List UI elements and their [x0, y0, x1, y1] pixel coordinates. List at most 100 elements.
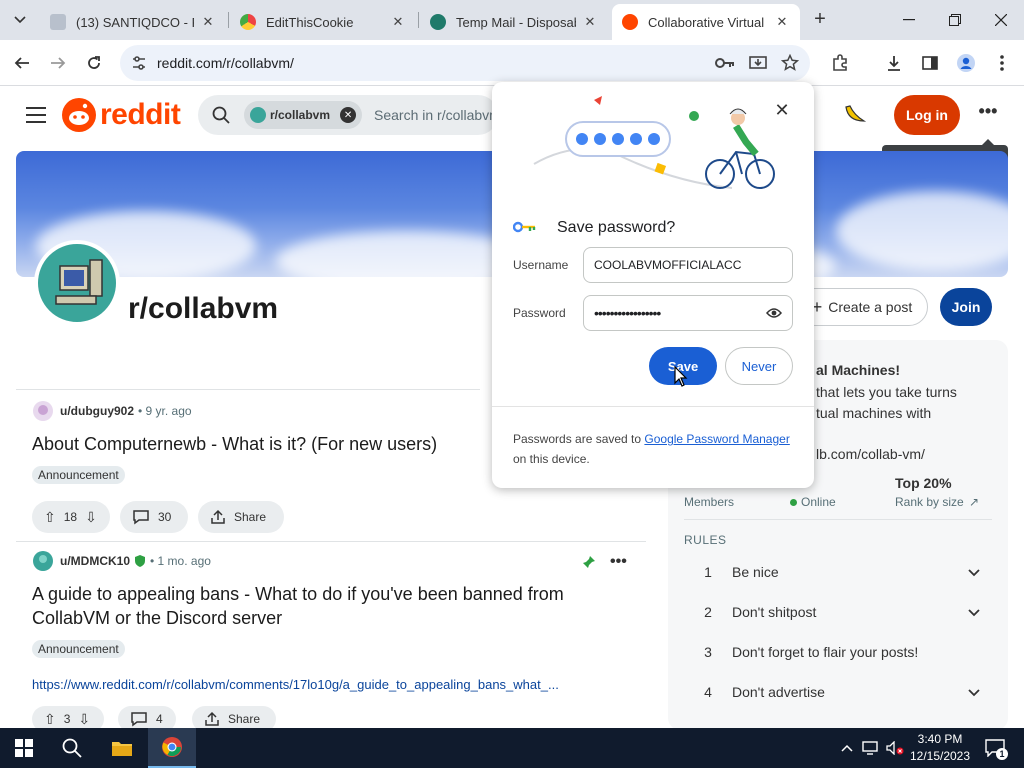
post-meta: u/dubguy902 • 9 yr. ago	[32, 400, 192, 422]
username-label: Username	[513, 258, 569, 272]
show-hidden-icons[interactable]	[838, 728, 856, 768]
volume-muted-icon[interactable]	[884, 728, 906, 768]
comments-button[interactable]: 30	[120, 501, 188, 533]
chevron-down-icon	[968, 564, 984, 580]
tab-close-icon[interactable]: ✕	[774, 14, 790, 30]
new-tab-button[interactable]: +	[808, 8, 832, 32]
extensions-icon[interactable]	[826, 49, 854, 77]
sidebar-link[interactable]: lb.com/collab-vm/	[816, 446, 925, 462]
post-link[interactable]: https://www.reddit.com/r/collabvm/commen…	[32, 677, 618, 692]
reddit-logo[interactable]: reddit	[62, 97, 181, 133]
reddit-wordmark: reddit	[100, 98, 181, 131]
settings-menu-icon[interactable]: •••	[974, 101, 1002, 129]
user-avatar-icon[interactable]	[32, 400, 54, 422]
search-icon	[62, 738, 82, 758]
post-time: • 9 yr. ago	[138, 404, 192, 418]
notification-center-button[interactable]: 1	[980, 728, 1010, 768]
username-field[interactable]: COOLABVMOFFICIALACC	[583, 247, 793, 283]
tab-close-icon[interactable]: ✕	[200, 14, 216, 30]
dialog-close-icon[interactable]: ✕	[770, 100, 794, 124]
pin-icon	[582, 555, 596, 574]
upvote-icon[interactable]: ⇧	[44, 509, 56, 526]
rule-item-4[interactable]: 4 Don't advertise	[684, 672, 984, 712]
feed-divider	[16, 389, 480, 390]
tab-search-icon[interactable]	[8, 8, 32, 32]
password-value: •••••••••••••••••	[594, 305, 661, 321]
create-post-button[interactable]: + Create a post	[796, 288, 928, 326]
chrome-icon	[162, 737, 182, 757]
post-author[interactable]: u/MDMCK10	[60, 554, 130, 568]
notification-count-badge: 1	[996, 748, 1008, 760]
comment-icon	[131, 712, 147, 727]
back-icon[interactable]	[8, 49, 36, 77]
close-window-icon[interactable]	[978, 0, 1024, 40]
online-label: Online	[801, 495, 836, 509]
system-clock[interactable]: 3:40 PM 12/15/2023	[908, 731, 972, 765]
post-title[interactable]: About Computernewb - What is it? (For ne…	[32, 432, 437, 456]
restore-icon[interactable]	[932, 0, 978, 40]
side-panel-icon[interactable]	[916, 49, 944, 77]
forward-icon[interactable]	[44, 49, 72, 77]
install-app-icon[interactable]	[748, 53, 768, 73]
online-stat: Online	[790, 495, 836, 509]
password-key-icon[interactable]	[715, 53, 735, 73]
vote-bar: ⇧ 18 ⇩	[32, 501, 110, 533]
url-text: reddit.com/r/collabvm/	[157, 55, 294, 71]
search-bar[interactable]: r/collabvm ✕ Search in r/collabvm	[198, 95, 498, 135]
upvote-icon[interactable]: ⇧	[44, 711, 56, 728]
downvote-icon[interactable]: ⇩	[78, 711, 90, 728]
site-info-icon[interactable]	[130, 54, 148, 72]
rule-item-1[interactable]: 1 Be nice	[684, 552, 984, 592]
search-scope-chip[interactable]: r/collabvm ✕	[244, 101, 363, 129]
never-button[interactable]: Never	[725, 347, 793, 385]
post-flair[interactable]: Announcement	[32, 466, 125, 484]
computer-icon	[55, 259, 103, 305]
reload-icon[interactable]	[80, 49, 108, 77]
bookmark-star-icon[interactable]	[780, 53, 800, 73]
file-explorer-button[interactable]	[98, 728, 146, 768]
rule-item-2[interactable]: 2 Don't shitpost	[684, 592, 984, 632]
post-title-line2[interactable]: CollabVM or the Discord server	[32, 606, 282, 630]
folder-icon	[112, 742, 132, 756]
tab-santiqdco[interactable]: (13) SANTIQDCO - Rob ✕	[40, 4, 226, 40]
chrome-taskbar-button[interactable]	[148, 728, 196, 768]
tab-label: Collaborative Virtual M	[648, 14, 768, 30]
clear-chip-icon[interactable]: ✕	[340, 107, 357, 123]
post-options-icon[interactable]: •••	[610, 553, 627, 571]
password-illustration	[533, 96, 775, 189]
rank-label[interactable]: Rank by size ↗	[895, 495, 979, 509]
taskbar-search-button[interactable]	[48, 728, 96, 768]
address-bar[interactable]: reddit.com/r/collabvm/	[120, 45, 810, 81]
dialog-footer: Passwords are saved to Google Password M…	[492, 406, 814, 488]
downloads-icon[interactable]	[880, 49, 908, 77]
create-post-label: Create a post	[828, 299, 913, 315]
rule-item-3[interactable]: 3 Don't forget to flair your posts!	[684, 632, 984, 672]
share-label: Share	[234, 510, 267, 524]
minimize-icon[interactable]	[886, 0, 932, 40]
hamburger-menu-icon[interactable]	[26, 107, 46, 123]
network-icon[interactable]	[860, 728, 880, 768]
post-title-line1[interactable]: A guide to appealing bans - What to do i…	[32, 582, 564, 606]
tab-temp-mail[interactable]: Temp Mail - Disposab ✕	[420, 4, 608, 40]
user-avatar-icon[interactable]	[32, 550, 54, 572]
tab-close-icon[interactable]: ✕	[582, 14, 598, 30]
start-button[interactable]	[0, 728, 48, 768]
share-icon	[211, 509, 225, 524]
password-field[interactable]: •••••••••••••••••	[583, 295, 793, 331]
tab-collabvm[interactable]: Collaborative Virtual M ✕	[612, 4, 800, 40]
share-button[interactable]: Share	[198, 501, 284, 533]
rule-number: 4	[704, 684, 712, 700]
profile-avatar-icon[interactable]	[952, 49, 980, 77]
password-manager-link[interactable]: Google Password Manager	[644, 432, 789, 446]
join-button[interactable]: Join	[940, 288, 992, 326]
chrome-menu-icon[interactable]	[988, 49, 1016, 77]
tab-editthiscookie[interactable]: EditThisCookie ✕	[230, 4, 416, 40]
tab-close-icon[interactable]: ✕	[390, 14, 406, 30]
login-button[interactable]: Log in	[894, 95, 960, 135]
rule-text: Don't advertise	[732, 684, 825, 700]
eye-icon[interactable]	[766, 307, 782, 319]
post-flair[interactable]: Announcement	[32, 640, 125, 658]
downvote-icon[interactable]: ⇩	[85, 509, 97, 526]
post-author[interactable]: u/dubguy902	[60, 404, 134, 418]
banana-icon[interactable]	[842, 103, 870, 127]
